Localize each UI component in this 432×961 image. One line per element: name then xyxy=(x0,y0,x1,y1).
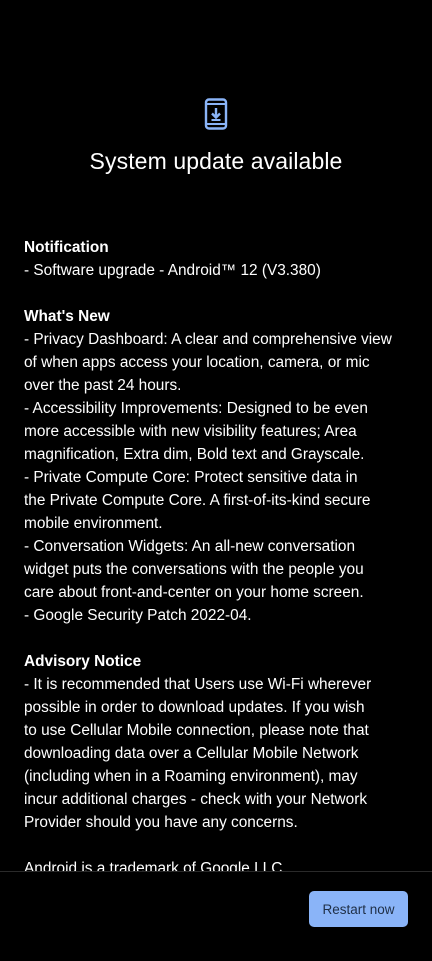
whats-new-line: - Privacy Dashboard: A clear and compreh… xyxy=(24,331,392,348)
whats-new-line: - Google Security Patch 2022-04. xyxy=(24,607,252,624)
whats-new-line: care about front-and-center on your home… xyxy=(24,584,364,601)
whats-new-line: more accessible with new visibility feat… xyxy=(24,423,357,440)
trademark-line: Android is a trademark of Google LLC. xyxy=(24,860,287,872)
advisory-line: downloading data over a Cellular Mobile … xyxy=(24,745,359,762)
page-title: System update available xyxy=(89,148,343,174)
whats-new-line: mobile environment. xyxy=(24,515,163,532)
whats-new-line: over the past 24 hours. xyxy=(24,377,182,394)
advisory-line: - It is recommended that Users use Wi-Fi… xyxy=(24,676,372,693)
advisory-line: possible in order to download updates. I… xyxy=(24,699,365,716)
system-update-icon xyxy=(204,98,228,130)
notification-line: - Software upgrade - Android™ 12 (V3.380… xyxy=(24,262,321,279)
whats-new-line: the Private Compute Core. A first-of-its… xyxy=(24,492,371,509)
whats-new-line: widget puts the conversations with the p… xyxy=(24,561,364,578)
advisory-line: to use Cellular Mobile connection, pleas… xyxy=(24,722,369,739)
notification-heading: Notification xyxy=(24,239,109,256)
whats-new-section: What's New - Privacy Dashboard: A clear … xyxy=(24,305,410,627)
advisory-line: incur additional charges - check with yo… xyxy=(24,791,368,808)
whats-new-line: - Accessibility Improvements: Designed t… xyxy=(24,400,368,417)
footer-divider xyxy=(0,871,432,872)
release-notes: Notification - Software upgrade - Androi… xyxy=(24,236,410,872)
notification-section: Notification - Software upgrade - Androi… xyxy=(24,236,410,282)
trademark-section: Android is a trademark of Google LLC. xyxy=(24,857,410,872)
whats-new-line: - Private Compute Core: Protect sensitiv… xyxy=(24,469,358,486)
advisory-section: Advisory Notice - It is recommended that… xyxy=(24,650,410,834)
whats-new-line: - Conversation Widgets: An all-new conve… xyxy=(24,538,356,555)
advisory-line: (including when in a Roaming environment… xyxy=(24,768,358,785)
whats-new-line: magnification, Extra dim, Bold text and … xyxy=(24,446,365,463)
advisory-line: Provider should you have any concerns. xyxy=(24,814,298,831)
restart-now-button[interactable]: Restart now xyxy=(309,891,408,927)
whats-new-heading: What's New xyxy=(24,308,110,325)
whats-new-line: of when apps access your location, camer… xyxy=(24,354,370,371)
advisory-heading: Advisory Notice xyxy=(24,653,142,670)
system-update-screen: System update available Notification - S… xyxy=(0,0,432,961)
